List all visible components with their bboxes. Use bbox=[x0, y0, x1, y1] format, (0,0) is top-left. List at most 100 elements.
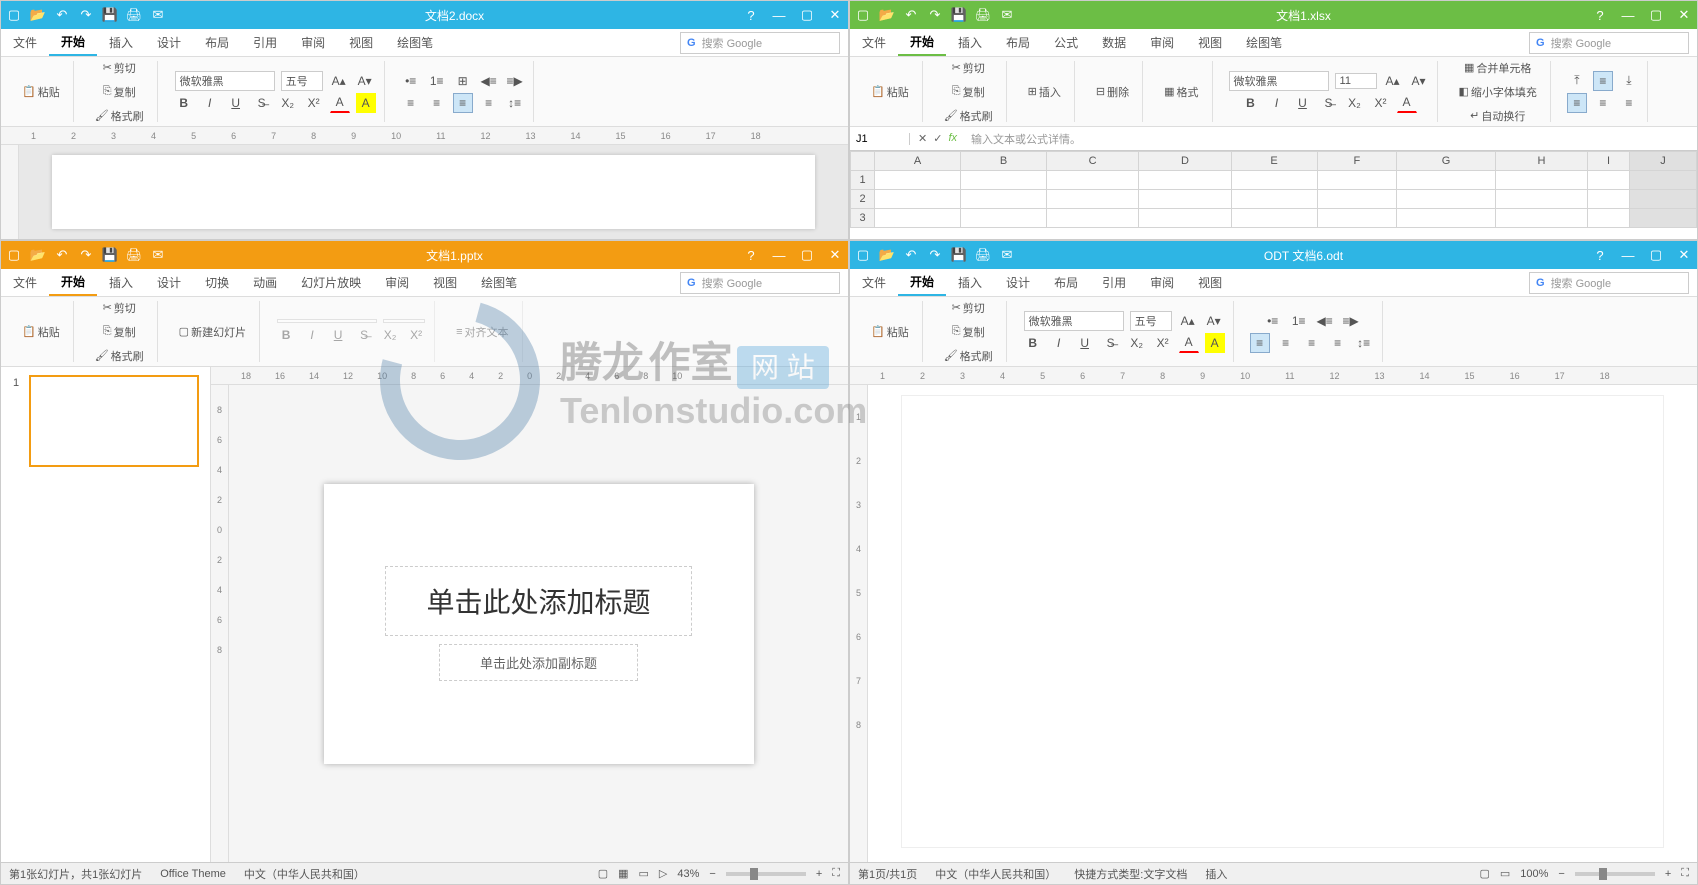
subscript-button[interactable]: X₂ bbox=[1345, 93, 1365, 113]
fontsize-select[interactable]: 11 bbox=[1335, 73, 1377, 89]
shrink-font-icon[interactable]: A▾ bbox=[1204, 311, 1224, 331]
zoom-slider[interactable] bbox=[726, 872, 806, 876]
col-header[interactable]: E bbox=[1231, 152, 1317, 171]
view-web-icon[interactable]: ▭ bbox=[1500, 867, 1510, 880]
col-header[interactable]: B bbox=[961, 152, 1047, 171]
minimize-icon[interactable]: — bbox=[772, 8, 786, 22]
font-color-button[interactable]: A bbox=[1179, 333, 1199, 353]
bullets-button[interactable]: •≡ bbox=[401, 71, 421, 91]
menu-file[interactable]: 文件 bbox=[850, 269, 898, 296]
align-top-button[interactable]: ⤒ bbox=[1567, 71, 1587, 91]
new-doc-icon[interactable]: ▢ bbox=[856, 248, 870, 262]
menu-view[interactable]: 视图 bbox=[421, 269, 469, 296]
col-header[interactable]: G bbox=[1397, 152, 1496, 171]
menu-refs[interactable]: 引用 bbox=[241, 29, 289, 56]
view-sorter-icon[interactable]: ▦ bbox=[618, 867, 628, 880]
help-icon[interactable]: ? bbox=[1593, 8, 1607, 22]
search-input[interactable]: G搜索 Google bbox=[1529, 32, 1689, 54]
redo-icon[interactable]: ↷ bbox=[928, 8, 942, 22]
paste-button[interactable]: 📋粘贴 bbox=[866, 81, 914, 103]
menu-layout[interactable]: 布局 bbox=[193, 29, 241, 56]
menu-review[interactable]: 审阅 bbox=[289, 29, 337, 56]
cut-button[interactable]: ✂ 剪切 bbox=[98, 297, 141, 319]
undo-icon[interactable]: ↶ bbox=[55, 248, 69, 262]
fit-window-icon[interactable]: ⛶ bbox=[1681, 867, 1689, 880]
search-input[interactable]: G搜索 Google bbox=[1529, 272, 1689, 294]
font-color-button[interactable]: A bbox=[1397, 93, 1417, 113]
redo-icon[interactable]: ↷ bbox=[79, 248, 93, 262]
format-painter-button[interactable]: 🖌 格式刷 bbox=[90, 105, 149, 127]
bullets-button[interactable]: •≡ bbox=[1263, 311, 1283, 331]
menu-design[interactable]: 设计 bbox=[145, 29, 193, 56]
document-page[interactable] bbox=[52, 155, 814, 229]
highlight-button[interactable]: A bbox=[1205, 333, 1225, 353]
italic-button[interactable]: I bbox=[1049, 333, 1069, 353]
line-spacing-button[interactable]: ↕≡ bbox=[505, 93, 525, 113]
menu-home[interactable]: 开始 bbox=[49, 29, 97, 56]
line-spacing-button[interactable]: ↕≡ bbox=[1354, 333, 1374, 353]
strike-button[interactable]: S̶ bbox=[252, 93, 272, 113]
grow-font-icon[interactable]: A▴ bbox=[329, 71, 349, 91]
align-left-button[interactable]: ≡ bbox=[401, 93, 421, 113]
maximize-icon[interactable]: ▢ bbox=[1649, 8, 1663, 22]
view-normal-icon[interactable]: ▢ bbox=[598, 867, 608, 880]
menu-view[interactable]: 视图 bbox=[1186, 269, 1234, 296]
underline-button[interactable]: U bbox=[1075, 333, 1095, 353]
col-header[interactable]: H bbox=[1495, 152, 1587, 171]
minimize-icon[interactable]: — bbox=[772, 248, 786, 262]
mail-icon[interactable]: ✉ bbox=[1000, 8, 1014, 22]
redo-icon[interactable]: ↷ bbox=[79, 8, 93, 22]
menu-home[interactable]: 开始 bbox=[898, 29, 946, 56]
strike-button[interactable]: S̶ bbox=[1319, 93, 1339, 113]
format-painter-button[interactable]: 🖌 格式刷 bbox=[90, 345, 149, 367]
align-justify-button[interactable]: ≡ bbox=[1328, 333, 1348, 353]
close-icon[interactable]: ✕ bbox=[1677, 248, 1691, 262]
new-doc-icon[interactable]: ▢ bbox=[7, 8, 21, 22]
menu-slideshow[interactable]: 幻灯片放映 bbox=[289, 269, 373, 296]
menu-design[interactable]: 设计 bbox=[994, 269, 1042, 296]
underline-button[interactable]: U bbox=[226, 93, 246, 113]
menu-review[interactable]: 审阅 bbox=[373, 269, 421, 296]
paste-button[interactable]: 📋粘贴 bbox=[866, 321, 914, 343]
cell-reference[interactable]: J1 bbox=[850, 133, 910, 145]
save-icon[interactable]: 💾 bbox=[103, 8, 117, 22]
zoom-out-icon[interactable]: − bbox=[709, 868, 715, 880]
formula-input[interactable]: 输入文本或公式详情。 bbox=[965, 131, 1697, 147]
indent-inc-button[interactable]: ≡▶ bbox=[505, 71, 525, 91]
print-icon[interactable]: 🖨 bbox=[976, 8, 990, 22]
mail-icon[interactable]: ✉ bbox=[1000, 248, 1014, 262]
save-icon[interactable]: 💾 bbox=[103, 248, 117, 262]
zoom-in-icon[interactable]: + bbox=[1665, 868, 1671, 880]
superscript-button[interactable]: X² bbox=[1153, 333, 1173, 353]
view-print-icon[interactable]: ▢ bbox=[1479, 867, 1489, 880]
shrink-font-icon[interactable]: A▾ bbox=[1409, 71, 1429, 91]
undo-icon[interactable]: ↶ bbox=[55, 8, 69, 22]
delete-cells-button[interactable]: ⊟删除 bbox=[1091, 81, 1134, 103]
font-select[interactable]: 微软雅黑 bbox=[175, 71, 275, 91]
format-painter-button[interactable]: 🖌 格式刷 bbox=[939, 105, 998, 127]
highlight-button[interactable]: A bbox=[356, 93, 376, 113]
format-painter-button[interactable]: 🖌 格式刷 bbox=[939, 345, 998, 367]
fx-icon[interactable]: fx bbox=[948, 132, 957, 145]
view-reading-icon[interactable]: ▭ bbox=[639, 867, 649, 880]
paste-button[interactable]: 📋粘贴 bbox=[17, 81, 65, 103]
help-icon[interactable]: ? bbox=[744, 8, 758, 22]
open-icon[interactable]: 📂 bbox=[880, 248, 894, 262]
font-color-button[interactable]: A bbox=[330, 93, 350, 113]
maximize-icon[interactable]: ▢ bbox=[1649, 248, 1663, 262]
italic-button[interactable]: I bbox=[1267, 93, 1287, 113]
font-select[interactable]: 微软雅黑 bbox=[1229, 71, 1329, 91]
menu-layout[interactable]: 布局 bbox=[1042, 269, 1090, 296]
numbering-button[interactable]: 1≡ bbox=[1289, 311, 1309, 331]
menu-insert[interactable]: 插入 bbox=[97, 29, 145, 56]
menu-data[interactable]: 数据 bbox=[1090, 29, 1138, 56]
menu-draw[interactable]: 绘图笔 bbox=[1234, 29, 1294, 56]
col-header[interactable]: F bbox=[1317, 152, 1397, 171]
superscript-button[interactable]: X² bbox=[304, 93, 324, 113]
print-icon[interactable]: 🖨 bbox=[976, 248, 990, 262]
menu-home[interactable]: 开始 bbox=[898, 269, 946, 296]
align-mid-button[interactable]: ≡ bbox=[1593, 71, 1613, 91]
fit-window-icon[interactable]: ⛶ bbox=[832, 867, 840, 880]
grow-font-icon[interactable]: A▴ bbox=[1383, 71, 1403, 91]
menu-design[interactable]: 设计 bbox=[145, 269, 193, 296]
